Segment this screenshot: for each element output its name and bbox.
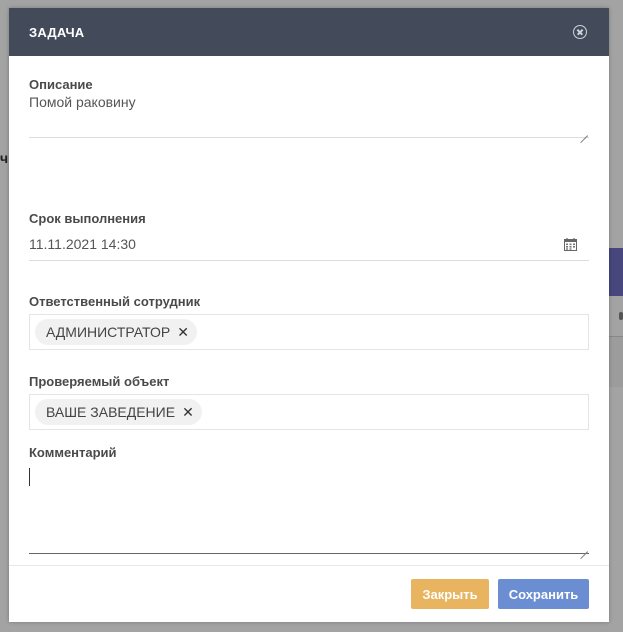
resize-handle-icon[interactable] [580,128,588,136]
background-header-band [609,248,623,296]
modal-footer: Закрыть Сохранить [9,565,609,623]
calendar-icon[interactable] [564,238,577,251]
object-select[interactable]: ВАШЕ ЗАВЕДЕНИЕ ✕ [29,394,589,430]
close-button[interactable]: Закрыть [411,579,489,609]
task-modal: ЗАДАЧА Описание Помой раковину Срок выпо… [9,8,609,622]
remove-tag-icon[interactable]: ✕ [182,405,194,419]
deadline-label: Срок выполнения [29,211,146,226]
comment-label: Комментарий [29,445,117,460]
description-textarea[interactable]: Помой раковину [29,94,589,138]
close-icon[interactable] [573,25,587,39]
background-row [609,336,623,387]
background-fragment [619,312,623,320]
object-tag-label: ВАШЕ ЗАВЕДЕНИЕ [46,404,176,420]
modal-title: ЗАДАЧА [29,24,85,40]
text-cursor [29,468,30,486]
description-label: Описание [29,77,93,92]
comment-textarea[interactable] [29,464,589,554]
save-button[interactable]: Сохранить [498,579,589,609]
modal-header: ЗАДАЧА [9,8,609,56]
object-tag: ВАШЕ ЗАВЕДЕНИЕ ✕ [35,399,202,425]
responsible-label: Ответственный сотрудник [29,294,201,309]
deadline-value: 11.11.2021 14:30 [29,236,136,252]
description-value: Помой раковину [29,94,136,110]
remove-tag-icon[interactable]: ✕ [177,325,189,339]
background-text-fragment: ч [0,150,9,166]
responsible-tag: АДМИНИСТРАТОР ✕ [35,319,197,345]
object-label: Проверяемый объект [29,374,170,389]
responsible-tag-label: АДМИНИСТРАТОР [46,324,171,340]
deadline-input[interactable]: 11.11.2021 14:30 [29,236,589,261]
resize-handle-icon[interactable] [580,544,588,552]
responsible-select[interactable]: АДМИНИСТРАТОР ✕ [29,314,589,350]
